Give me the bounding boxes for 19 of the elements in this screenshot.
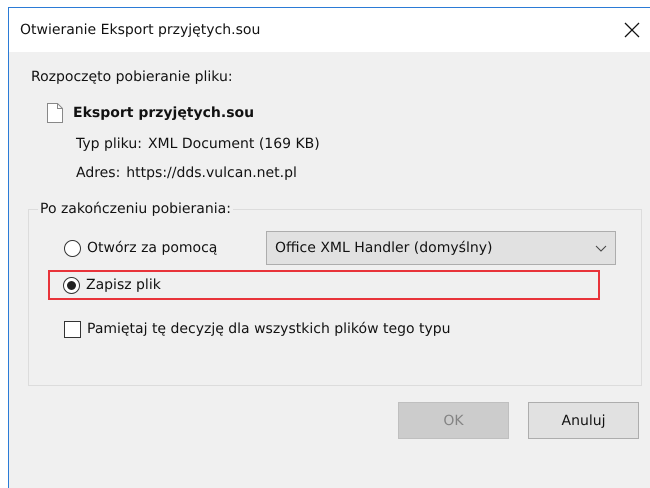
- file-type-label: Typ pliku:: [76, 136, 142, 152]
- checkbox-label[interactable]: Pamiętaj tę decyzję dla wszystkich plików tego typu: [87, 321, 451, 337]
- address-label: Adres:: [76, 165, 120, 181]
- handler-dropdown[interactable]: Office XML Handler (domyślny): [266, 231, 616, 265]
- close-icon: [624, 22, 640, 38]
- radio-button[interactable]: [64, 240, 81, 256]
- intro-text: Rozpoczęto pobieranie pliku:: [31, 69, 234, 85]
- group-legend: Po zakończeniu pobierania:: [38, 201, 233, 217]
- file-icon: [47, 103, 63, 123]
- radio-button[interactable]: [63, 276, 80, 294]
- cancel-button[interactable]: Anuluj: [528, 402, 639, 439]
- checkbox[interactable]: [64, 320, 81, 338]
- radio-label[interactable]: Zapisz plik: [86, 277, 161, 293]
- address-value: https://dds.vulcan.net.pl: [126, 165, 297, 181]
- window-title: Otwieranie Eksport przyjętych.sou: [20, 22, 262, 38]
- file-type-value: XML Document (169 KB): [148, 136, 320, 152]
- radio-label[interactable]: Otwórz za pomocą: [87, 240, 218, 256]
- file-name: Eksport przyjętych.sou: [73, 105, 254, 121]
- chevron-down-icon: [595, 244, 607, 252]
